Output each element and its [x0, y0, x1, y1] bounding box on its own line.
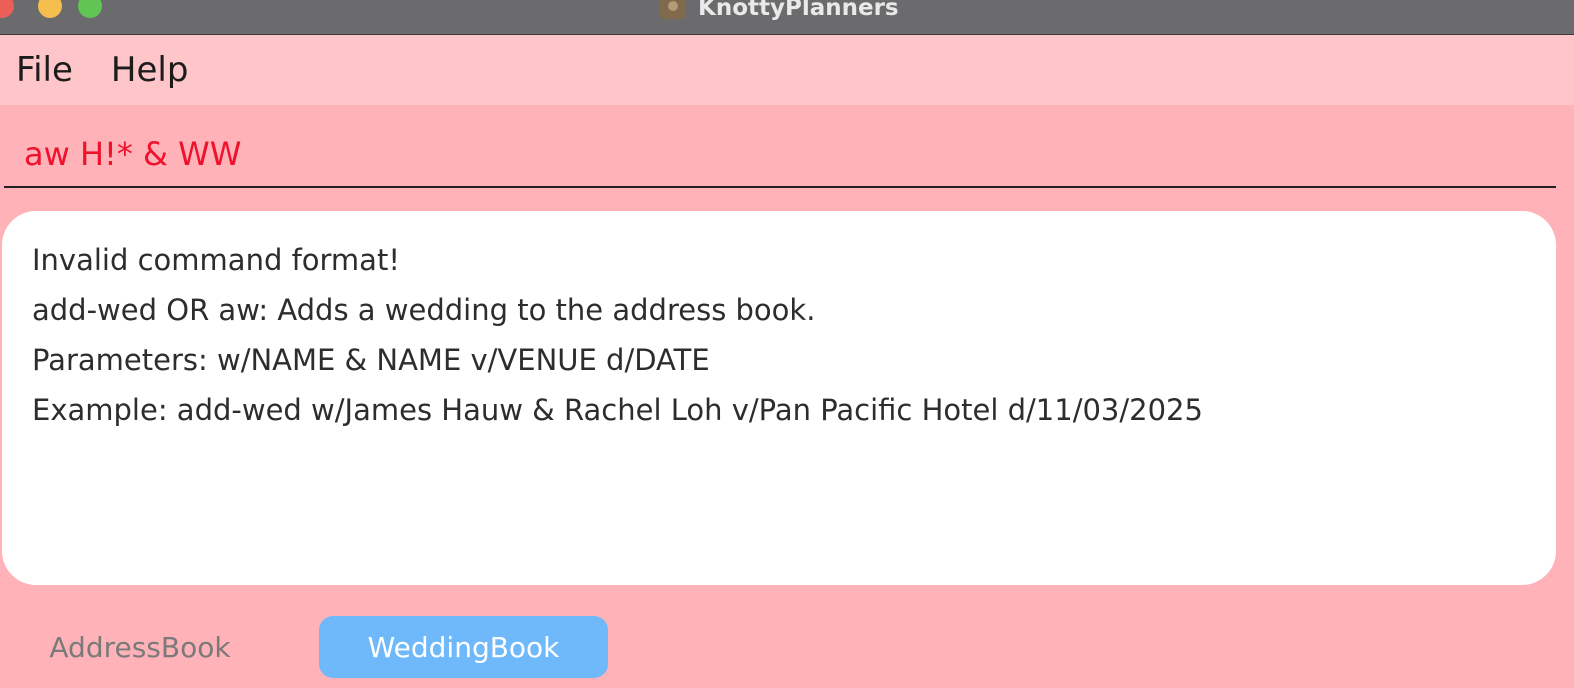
- result-line: add-wed OR aw: Adds a wedding to the add…: [32, 293, 816, 327]
- app-icon: [660, 0, 686, 19]
- window-title-text: KnottyPlanners: [698, 0, 899, 21]
- result-display: Invalid command format! add-wed OR aw: A…: [2, 211, 1556, 585]
- window-titlebar: KnottyPlanners: [0, 0, 1574, 35]
- tab-addressbook[interactable]: AddressBook: [20, 616, 260, 678]
- result-line: Parameters: w/NAME & NAME v/VENUE d/DATE: [32, 343, 710, 377]
- command-input[interactable]: [24, 132, 1524, 176]
- result-line: Invalid command format!: [32, 243, 400, 277]
- close-icon[interactable]: [0, 0, 14, 18]
- tab-weddingbook[interactable]: WeddingBook: [319, 616, 608, 678]
- menu-help[interactable]: Help: [111, 50, 189, 90]
- menu-file[interactable]: File: [16, 50, 73, 90]
- window-title: KnottyPlanners: [660, 0, 899, 22]
- maximize-icon[interactable]: [78, 0, 102, 18]
- command-box: [4, 110, 1556, 188]
- minimize-icon[interactable]: [38, 0, 62, 18]
- menu-bar: File Help: [0, 35, 1574, 105]
- result-line: Example: add-wed w/James Hauw & Rachel L…: [32, 393, 1203, 427]
